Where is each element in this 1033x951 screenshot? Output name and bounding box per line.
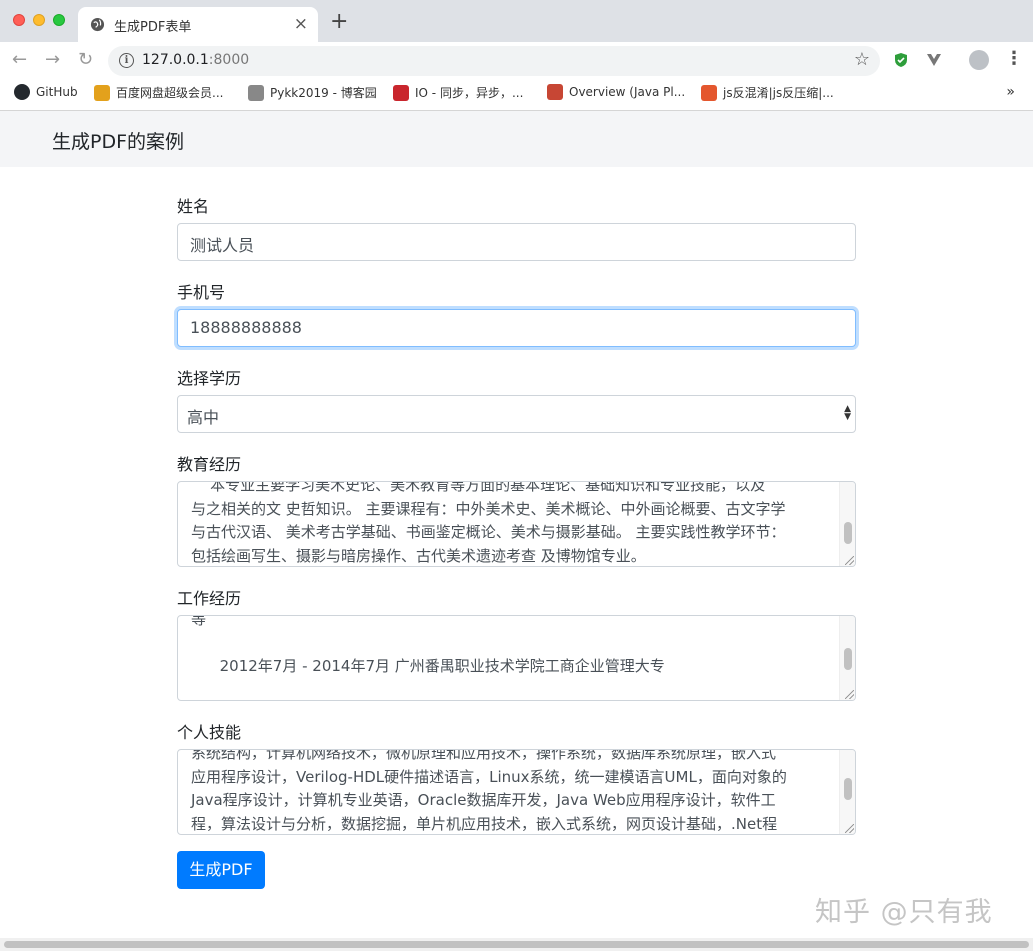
page-navbar: 生成PDF的案例	[0, 111, 1033, 167]
work-history-textarea[interactable]: 等 2012年7月 - 2014年7月 广州番禺职业技术学院工商企业管理大专	[177, 615, 856, 701]
skills-label: 个人技能	[177, 723, 242, 742]
tab-title: 生成PDF表单	[114, 20, 192, 35]
bian-icon	[701, 84, 717, 101]
resize-handle[interactable]	[845, 556, 854, 565]
info-icon[interactable]: i	[119, 53, 134, 68]
browser-tab-bar: 生成PDF表单 × +	[0, 0, 1033, 42]
baidu-pan-icon	[94, 84, 110, 101]
education-history-label: 教育经历	[177, 455, 242, 474]
browser-menu-icon[interactable]: ⋮	[1005, 48, 1023, 69]
textarea-scrollbar[interactable]	[839, 616, 855, 700]
back-button[interactable]: ←	[12, 50, 27, 70]
window-minimize-button[interactable]	[33, 14, 45, 26]
globe-icon	[90, 17, 105, 32]
name-input[interactable]: 测试人员	[177, 223, 856, 261]
oracle-icon	[547, 84, 563, 100]
address-bar[interactable]: i 127.0.0.1:8000 ☆	[108, 46, 880, 76]
skills-text: 系统结构，计算机网络技术，微机原理和应用技术，操作系统，数据库系统原理，嵌入式 …	[191, 749, 787, 833]
work-history-text: 等 2012年7月 - 2014年7月 广州番禺职业技术学院工商企业管理大专	[191, 615, 665, 675]
reload-button[interactable]: ↻	[78, 50, 93, 70]
bookmark-io[interactable]: IO - 同步，异步，...	[393, 84, 523, 101]
skills-textarea[interactable]: 系统结构，计算机网络技术，微机原理和应用技术，操作系统，数据库系统原理，嵌入式 …	[177, 749, 856, 835]
bookmark-js-deobfuscate[interactable]: js反混淆|js反压缩|...	[701, 84, 834, 101]
education-level-select[interactable]: 高中 ▲ ▼	[177, 395, 856, 433]
csdn-icon	[393, 84, 409, 101]
name-label: 姓名	[177, 197, 210, 216]
window-zoom-button[interactable]	[53, 14, 65, 26]
watermark: 知乎 @只有我	[815, 897, 993, 928]
profile-avatar[interactable]	[969, 50, 989, 70]
phone-label: 手机号	[177, 283, 226, 302]
cnblogs-icon	[248, 84, 264, 101]
select-arrows-icon: ▲ ▼	[844, 404, 851, 422]
phone-input[interactable]: 18888888888	[177, 309, 856, 347]
shield-extension-icon[interactable]	[893, 52, 909, 68]
resize-handle[interactable]	[845, 690, 854, 699]
bookmark-star-icon[interactable]: ☆	[854, 49, 870, 70]
generate-pdf-button[interactable]: 生成PDF	[177, 851, 265, 889]
browser-toolbar: ← → ↻ i 127.0.0.1:8000 ☆ ⋮	[0, 42, 1033, 78]
forward-button[interactable]: →	[45, 50, 60, 70]
education-select-label: 选择学历	[177, 369, 242, 388]
navbar-brand[interactable]: 生成PDF的案例	[52, 127, 184, 154]
education-history-text: 本专业主要学习美术史论、美术教育等方面的基本理论、基础知识和专业技能，以及 与之…	[191, 481, 786, 565]
github-icon	[14, 84, 30, 100]
textarea-scrollbar[interactable]	[839, 750, 855, 834]
bookmark-cnblogs[interactable]: Pykk2019 - 博客园	[248, 84, 377, 101]
window-close-button[interactable]	[13, 14, 25, 26]
bookmark-baidu-pan[interactable]: 百度网盘超级会员...	[94, 84, 223, 101]
work-history-label: 工作经历	[177, 589, 242, 608]
new-tab-button[interactable]: +	[330, 11, 348, 33]
education-history-textarea[interactable]: 本专业主要学习美术史论、美术教育等方面的基本理论、基础知识和专业技能，以及 与之…	[177, 481, 856, 567]
bookmarks-bar: GitHub 百度网盘超级会员... Pykk2019 - 博客园 IO - 同…	[0, 78, 1033, 111]
bookmark-github[interactable]: GitHub	[14, 84, 78, 100]
textarea-scrollbar[interactable]	[839, 482, 855, 566]
close-tab-icon[interactable]: ×	[294, 14, 308, 34]
url-text[interactable]: 127.0.0.1:8000	[142, 52, 249, 68]
browser-tab[interactable]: 生成PDF表单 ×	[78, 7, 318, 42]
education-level-value: 高中	[187, 408, 220, 427]
horizontal-scrollbar[interactable]	[0, 938, 1033, 951]
bookmarks-more-icon[interactable]: »	[1006, 84, 1015, 100]
resize-handle[interactable]	[845, 824, 854, 833]
bookmark-java-overview[interactable]: Overview (Java Pl...	[547, 84, 685, 100]
vue-extension-icon[interactable]	[926, 52, 942, 68]
